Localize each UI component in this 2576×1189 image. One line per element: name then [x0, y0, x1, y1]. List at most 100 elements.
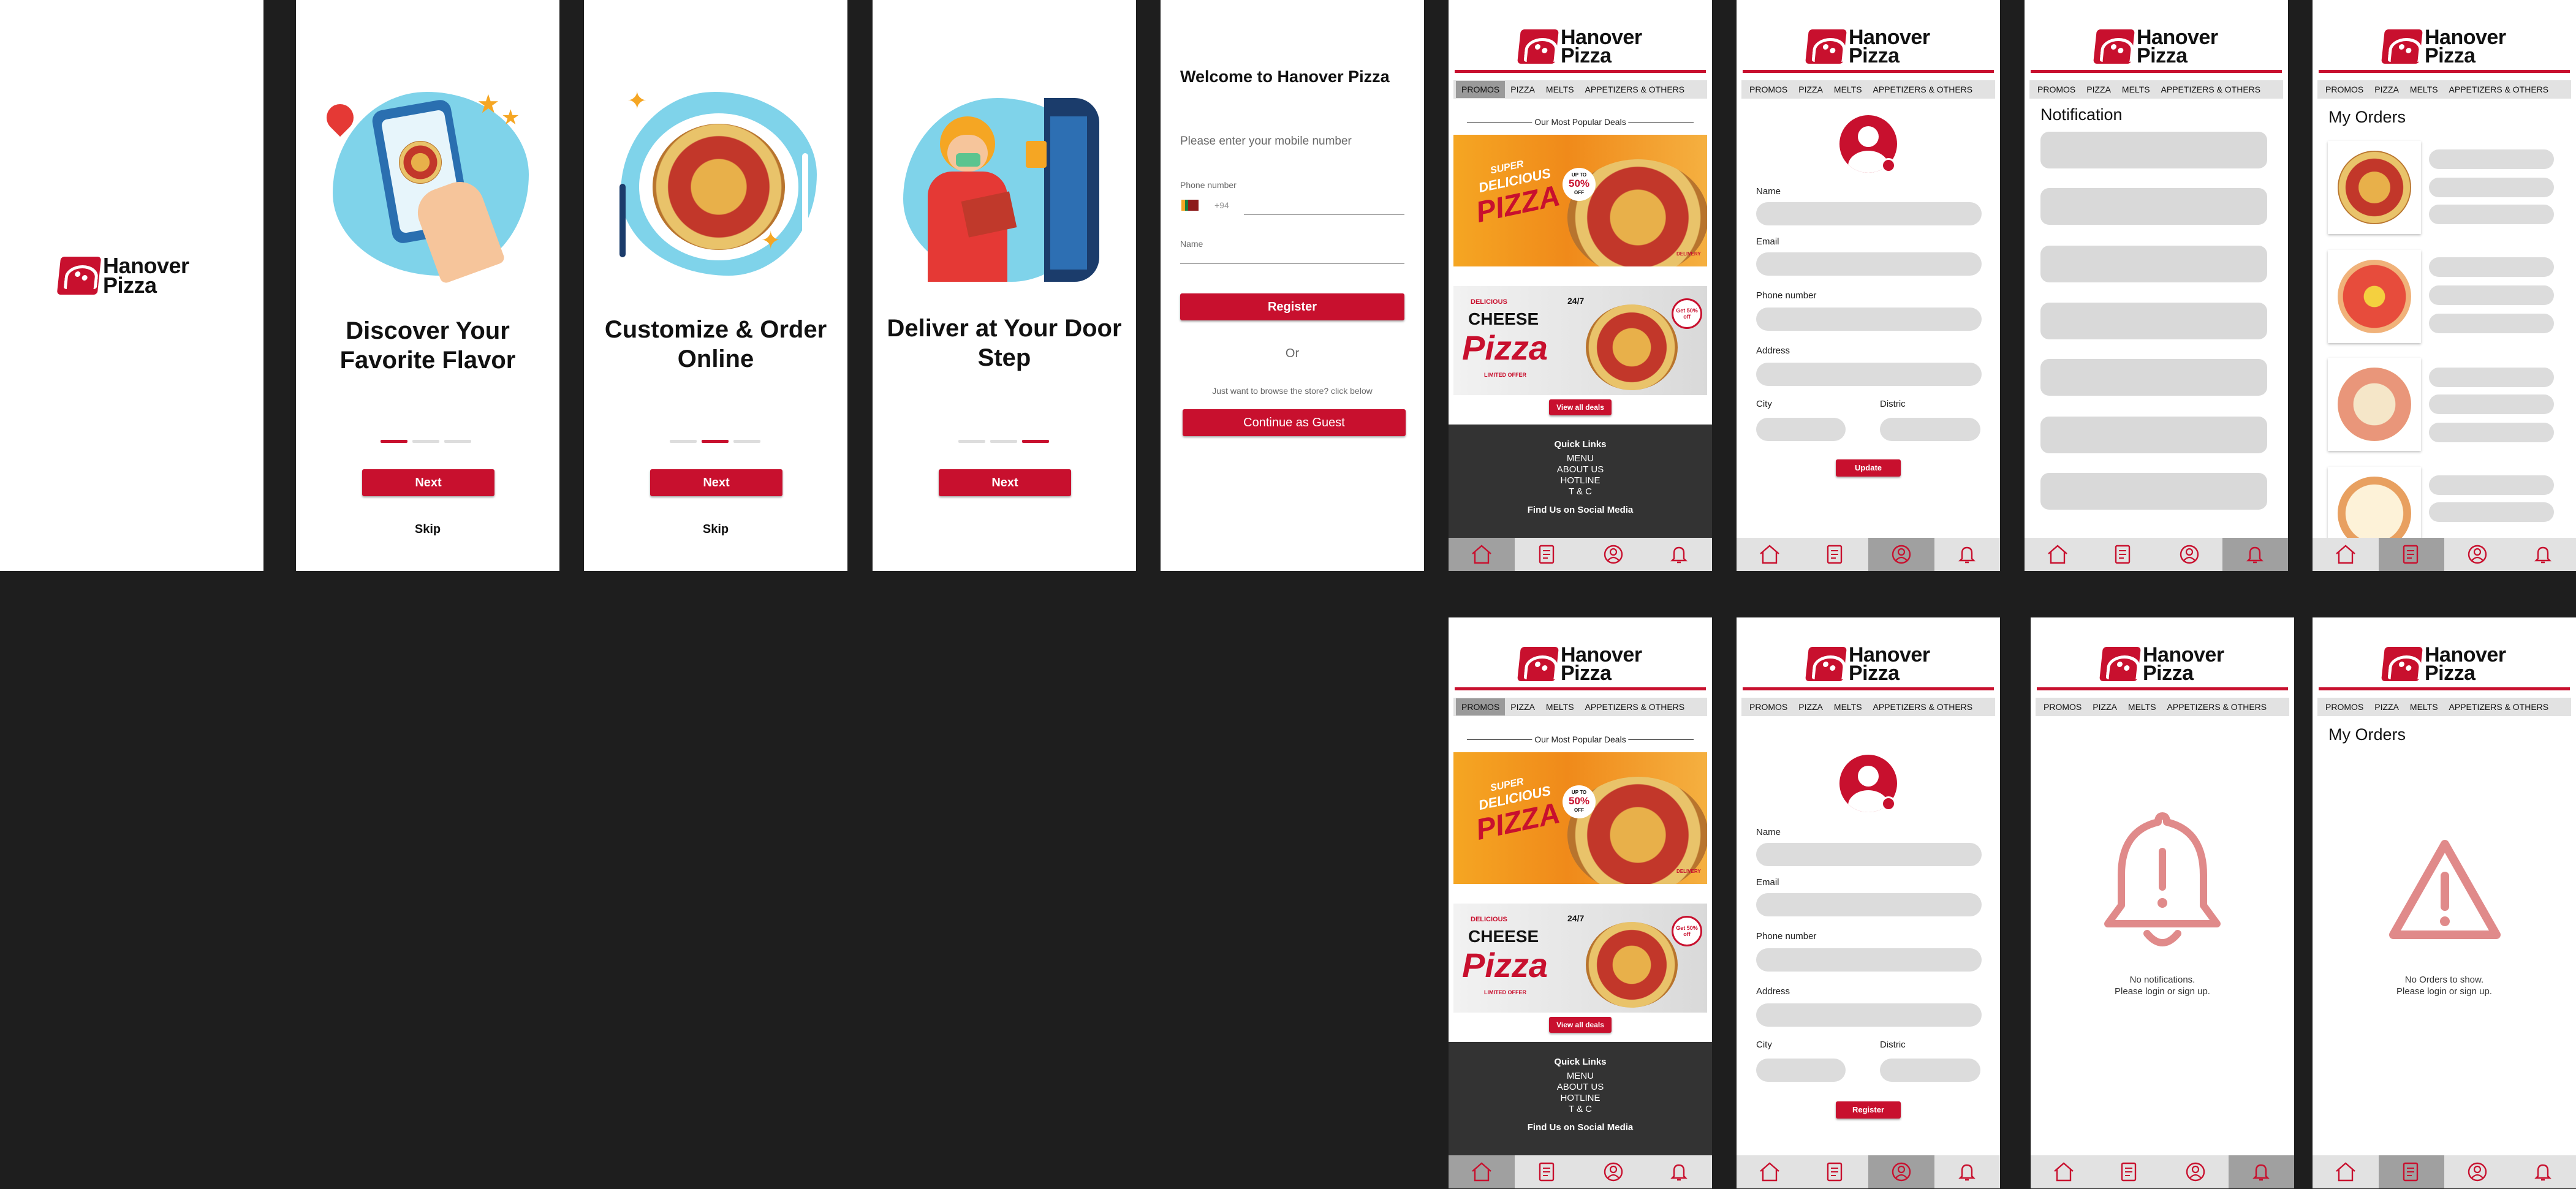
nav-home[interactable] [1737, 1155, 1803, 1188]
notification-item[interactable] [2040, 417, 2267, 453]
phone-field[interactable] [1756, 308, 1982, 331]
district-field[interactable] [1880, 418, 1980, 441]
tab-appetizers[interactable]: APPETIZERS & OTHERS [2162, 698, 2273, 715]
order-image[interactable] [2328, 250, 2421, 343]
camera-icon[interactable] [1881, 158, 1896, 173]
notification-item[interactable] [2040, 246, 2267, 282]
next-button[interactable]: Next [939, 469, 1071, 496]
nav-menu[interactable] [2378, 538, 2444, 571]
tab-melts[interactable]: MELTS [2404, 698, 2444, 715]
email-field[interactable] [1756, 893, 1982, 916]
continue-as-guest-button[interactable]: Continue as Guest [1183, 409, 1406, 436]
tab-melts[interactable]: MELTS [2123, 698, 2162, 715]
view-all-deals-button[interactable]: View all deals [1549, 399, 1612, 415]
nav-home[interactable] [2025, 538, 2091, 571]
update-button[interactable]: Update [1836, 459, 1901, 477]
tab-promos[interactable]: PROMOS [1744, 81, 1793, 98]
skip-button[interactable]: Skip [296, 523, 559, 537]
nav-menu[interactable] [2378, 1155, 2444, 1188]
name-field[interactable] [1756, 843, 1982, 866]
nav-home[interactable] [2313, 538, 2379, 571]
nav-notifications[interactable] [2510, 538, 2576, 571]
skip-button[interactable]: Skip [584, 523, 847, 537]
footer-link-terms[interactable]: T & C [1449, 486, 1712, 497]
tab-appetizers[interactable]: APPETIZERS & OTHERS [2156, 81, 2267, 98]
nav-notifications[interactable] [1646, 1155, 1713, 1188]
district-field[interactable] [1880, 1059, 1980, 1082]
tab-melts[interactable]: MELTS [2404, 81, 2444, 98]
logo[interactable]: Hanover Pizza [2099, 644, 2224, 684]
tab-melts[interactable]: MELTS [1540, 698, 1580, 715]
tab-promos[interactable]: PROMOS [1744, 698, 1793, 715]
promo-banner-1[interactable]: SUPER DELICIOUS PIZZA UP TO 50% OFF DELIVE… [1453, 135, 1707, 266]
tab-promos[interactable]: PROMOS [1456, 81, 1506, 98]
nav-menu[interactable] [1803, 538, 1869, 571]
address-field[interactable] [1756, 363, 1982, 386]
footer-link-about[interactable]: ABOUT US [1449, 464, 1712, 475]
promo-banner-2[interactable]: DELICIOUS CHEESE Pizza LIMITED OFFER 24/… [1453, 286, 1707, 395]
register-button[interactable]: Register [1180, 293, 1404, 320]
nav-profile[interactable] [2444, 538, 2510, 571]
tab-pizza[interactable]: PIZZA [1505, 698, 1540, 715]
tab-melts[interactable]: MELTS [1828, 698, 1868, 715]
tab-melts[interactable]: MELTS [2116, 81, 2156, 98]
register-button[interactable]: Register [1836, 1101, 1901, 1119]
logo[interactable]: Hanover Pizza [2093, 27, 2218, 66]
footer-link-menu[interactable]: MENU [1449, 453, 1712, 464]
address-field[interactable] [1756, 1003, 1982, 1027]
nav-profile[interactable] [1580, 538, 1646, 571]
tab-promos[interactable]: PROMOS [2038, 698, 2087, 715]
nav-menu[interactable] [2097, 1155, 2163, 1188]
tab-melts[interactable]: MELTS [1828, 81, 1868, 98]
email-field[interactable] [1756, 252, 1982, 276]
order-image[interactable] [2328, 358, 2421, 451]
phone-input[interactable] [1244, 214, 1404, 215]
camera-icon[interactable] [1881, 796, 1896, 811]
tab-appetizers[interactable]: APPETIZERS & OTHERS [1868, 81, 1979, 98]
nav-menu[interactable] [2091, 538, 2157, 571]
notification-item[interactable] [2040, 303, 2267, 339]
notification-item[interactable] [2040, 359, 2267, 396]
nav-home[interactable] [2031, 1155, 2097, 1188]
notification-item[interactable] [2040, 188, 2267, 225]
tab-appetizers[interactable]: APPETIZERS & OTHERS [1580, 81, 1691, 98]
nav-notifications[interactable] [1934, 1155, 2001, 1188]
tab-promos[interactable]: PROMOS [2320, 698, 2369, 715]
nav-menu[interactable] [1515, 538, 1581, 571]
city-field[interactable] [1756, 1059, 1846, 1082]
next-button[interactable]: Next [362, 469, 494, 496]
nav-notifications[interactable] [2510, 1155, 2576, 1188]
tab-appetizers[interactable]: APPETIZERS & OTHERS [2444, 698, 2555, 715]
logo[interactable]: Hanover Pizza [1517, 27, 1642, 66]
notification-item[interactable] [2040, 132, 2267, 168]
nav-menu[interactable] [1515, 1155, 1581, 1188]
promo-banner-1[interactable]: SUPER DELICIOUS PIZZA UP TO 50% OFF DELIVE… [1453, 752, 1707, 884]
phone-field[interactable] [1756, 948, 1982, 972]
tab-promos[interactable]: PROMOS [2320, 81, 2369, 98]
nav-menu[interactable] [1803, 1155, 1869, 1188]
tab-appetizers[interactable]: APPETIZERS & OTHERS [1580, 698, 1691, 715]
nav-profile[interactable] [1580, 1155, 1646, 1188]
tab-pizza[interactable]: PIZZA [2081, 81, 2116, 98]
tab-promos[interactable]: PROMOS [1456, 698, 1506, 715]
order-image[interactable] [2328, 141, 2421, 234]
footer-link-hotline[interactable]: HOTLINE [1449, 1093, 1712, 1104]
nav-profile[interactable] [2444, 1155, 2510, 1188]
nav-profile[interactable] [1868, 538, 1934, 571]
tab-appetizers[interactable]: APPETIZERS & OTHERS [1868, 698, 1979, 715]
next-button[interactable]: Next [650, 469, 782, 496]
logo[interactable]: Hanover Pizza [2381, 27, 2506, 66]
tab-pizza[interactable]: PIZZA [1793, 698, 1828, 715]
tab-melts[interactable]: MELTS [1540, 81, 1580, 98]
footer-link-terms[interactable]: T & C [1449, 1104, 1712, 1115]
nav-notifications[interactable] [1646, 538, 1713, 571]
view-all-deals-button[interactable]: View all deals [1549, 1017, 1612, 1033]
nav-notifications[interactable] [2222, 538, 2288, 571]
nav-profile[interactable] [2156, 538, 2222, 571]
tab-pizza[interactable]: PIZZA [1793, 81, 1828, 98]
tab-pizza[interactable]: PIZZA [1505, 81, 1540, 98]
footer-link-menu[interactable]: MENU [1449, 1071, 1712, 1082]
logo[interactable]: Hanover Pizza [1805, 644, 1930, 684]
logo[interactable]: Hanover Pizza [1517, 644, 1642, 684]
nav-profile[interactable] [1868, 1155, 1934, 1188]
